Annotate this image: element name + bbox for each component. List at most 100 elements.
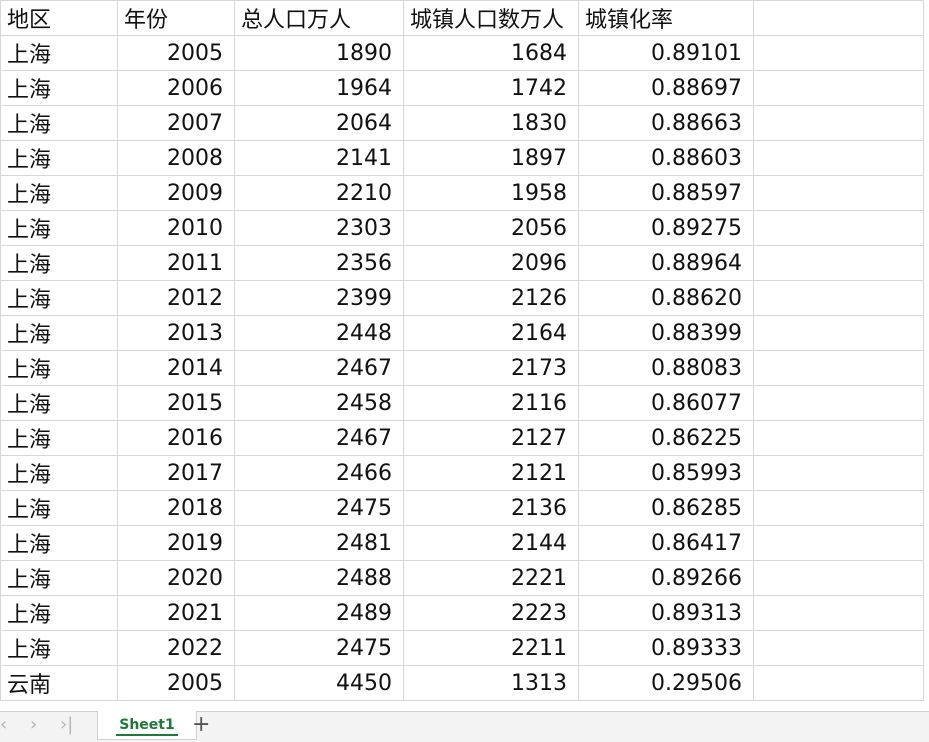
- table-cell[interactable]: 0.29506: [578, 665, 754, 701]
- table-cell[interactable]: 上海: [0, 35, 118, 71]
- table-cell[interactable]: 2144: [403, 525, 579, 561]
- table-cell[interactable]: 1742: [403, 70, 579, 106]
- header-cell-total-population[interactable]: 总人口万人: [234, 0, 404, 36]
- table-cell[interactable]: 0.88964: [578, 245, 754, 281]
- table-cell[interactable]: 0.86225: [578, 420, 754, 456]
- table-cell[interactable]: [753, 350, 924, 386]
- table-cell[interactable]: [753, 245, 924, 281]
- table-cell[interactable]: 2467: [234, 350, 404, 386]
- table-cell[interactable]: 2164: [403, 315, 579, 351]
- table-cell[interactable]: 2210: [234, 175, 404, 211]
- table-cell[interactable]: 2009: [117, 175, 235, 211]
- table-cell[interactable]: 0.88663: [578, 105, 754, 141]
- table-cell[interactable]: 上海: [0, 490, 118, 526]
- sheet-tab-sheet1[interactable]: Sheet1: [97, 711, 197, 740]
- table-cell[interactable]: [753, 315, 924, 351]
- next-sheet-icon[interactable]: ›: [30, 714, 37, 735]
- table-cell[interactable]: 2018: [117, 490, 235, 526]
- header-cell-empty[interactable]: [753, 0, 924, 36]
- table-cell[interactable]: 2010: [117, 210, 235, 246]
- table-cell[interactable]: 上海: [0, 140, 118, 176]
- table-cell[interactable]: 2022: [117, 630, 235, 666]
- table-cell[interactable]: 2136: [403, 490, 579, 526]
- table-cell[interactable]: 上海: [0, 315, 118, 351]
- table-cell[interactable]: 2019: [117, 525, 235, 561]
- table-cell[interactable]: 2481: [234, 525, 404, 561]
- table-cell[interactable]: 2467: [234, 420, 404, 456]
- table-cell[interactable]: 2223: [403, 595, 579, 631]
- table-cell[interactable]: 云南: [0, 665, 118, 701]
- header-cell-year[interactable]: 年份: [117, 0, 235, 36]
- table-cell[interactable]: [753, 140, 924, 176]
- table-cell[interactable]: 0.86077: [578, 385, 754, 421]
- table-cell[interactable]: 4450: [234, 665, 404, 701]
- table-cell[interactable]: 0.88597: [578, 175, 754, 211]
- table-cell[interactable]: 上海: [0, 175, 118, 211]
- table-cell[interactable]: 2012: [117, 280, 235, 316]
- table-cell[interactable]: 0.89266: [578, 560, 754, 596]
- last-sheet-icon[interactable]: ›|: [60, 714, 73, 735]
- table-cell[interactable]: 上海: [0, 420, 118, 456]
- table-cell[interactable]: [753, 665, 924, 701]
- header-cell-urbanization-rate[interactable]: 城镇化率: [578, 0, 754, 36]
- table-cell[interactable]: 上海: [0, 560, 118, 596]
- table-cell[interactable]: 0.89333: [578, 630, 754, 666]
- table-cell[interactable]: 0.88620: [578, 280, 754, 316]
- table-cell[interactable]: 2017: [117, 455, 235, 491]
- table-cell[interactable]: 2448: [234, 315, 404, 351]
- table-cell[interactable]: 2064: [234, 105, 404, 141]
- table-cell[interactable]: 上海: [0, 245, 118, 281]
- table-cell[interactable]: [753, 455, 924, 491]
- table-cell[interactable]: 上海: [0, 455, 118, 491]
- table-cell[interactable]: 2005: [117, 35, 235, 71]
- table-cell[interactable]: 2475: [234, 490, 404, 526]
- table-cell[interactable]: 0.89313: [578, 595, 754, 631]
- table-cell[interactable]: 上海: [0, 525, 118, 561]
- table-cell[interactable]: 2489: [234, 595, 404, 631]
- table-cell[interactable]: 2013: [117, 315, 235, 351]
- table-cell[interactable]: 1313: [403, 665, 579, 701]
- table-cell[interactable]: 2014: [117, 350, 235, 386]
- table-cell[interactable]: 2006: [117, 70, 235, 106]
- table-cell[interactable]: 0.86417: [578, 525, 754, 561]
- table-cell[interactable]: [753, 175, 924, 211]
- table-cell[interactable]: 上海: [0, 595, 118, 631]
- table-cell[interactable]: 2475: [234, 630, 404, 666]
- table-cell[interactable]: [753, 525, 924, 561]
- spreadsheet-grid[interactable]: 地区 年份 总人口万人 城镇人口数万人 城镇化率 上海 2005 1890 1684 0…: [0, 0, 929, 711]
- table-cell[interactable]: 0.88603: [578, 140, 754, 176]
- table-cell[interactable]: [753, 560, 924, 596]
- table-cell[interactable]: 2016: [117, 420, 235, 456]
- table-cell[interactable]: 1958: [403, 175, 579, 211]
- table-cell[interactable]: 2116: [403, 385, 579, 421]
- table-cell[interactable]: [753, 210, 924, 246]
- table-cell[interactable]: [753, 595, 924, 631]
- table-cell[interactable]: 2141: [234, 140, 404, 176]
- table-cell[interactable]: 1830: [403, 105, 579, 141]
- table-cell[interactable]: [753, 385, 924, 421]
- table-cell[interactable]: [753, 630, 924, 666]
- table-cell[interactable]: 2056: [403, 210, 579, 246]
- table-cell[interactable]: 1890: [234, 35, 404, 71]
- table-cell[interactable]: [753, 105, 924, 141]
- table-cell[interactable]: 2303: [234, 210, 404, 246]
- table-cell[interactable]: 2466: [234, 455, 404, 491]
- table-cell[interactable]: 2021: [117, 595, 235, 631]
- table-cell[interactable]: [753, 35, 924, 71]
- table-cell[interactable]: 2173: [403, 350, 579, 386]
- table-cell[interactable]: 0.85993: [578, 455, 754, 491]
- table-cell[interactable]: 0.86285: [578, 490, 754, 526]
- table-cell[interactable]: 2015: [117, 385, 235, 421]
- table-cell[interactable]: 2008: [117, 140, 235, 176]
- table-cell[interactable]: 2020: [117, 560, 235, 596]
- header-cell-region[interactable]: 地区: [0, 0, 118, 36]
- table-cell[interactable]: 2007: [117, 105, 235, 141]
- table-cell[interactable]: 2211: [403, 630, 579, 666]
- table-cell[interactable]: 2399: [234, 280, 404, 316]
- table-cell[interactable]: 1684: [403, 35, 579, 71]
- first-sheet-icon[interactable]: ‹: [0, 714, 7, 735]
- table-cell[interactable]: 0.88083: [578, 350, 754, 386]
- table-cell[interactable]: 2127: [403, 420, 579, 456]
- header-cell-urban-population[interactable]: 城镇人口数万人: [403, 0, 579, 36]
- table-cell[interactable]: 2458: [234, 385, 404, 421]
